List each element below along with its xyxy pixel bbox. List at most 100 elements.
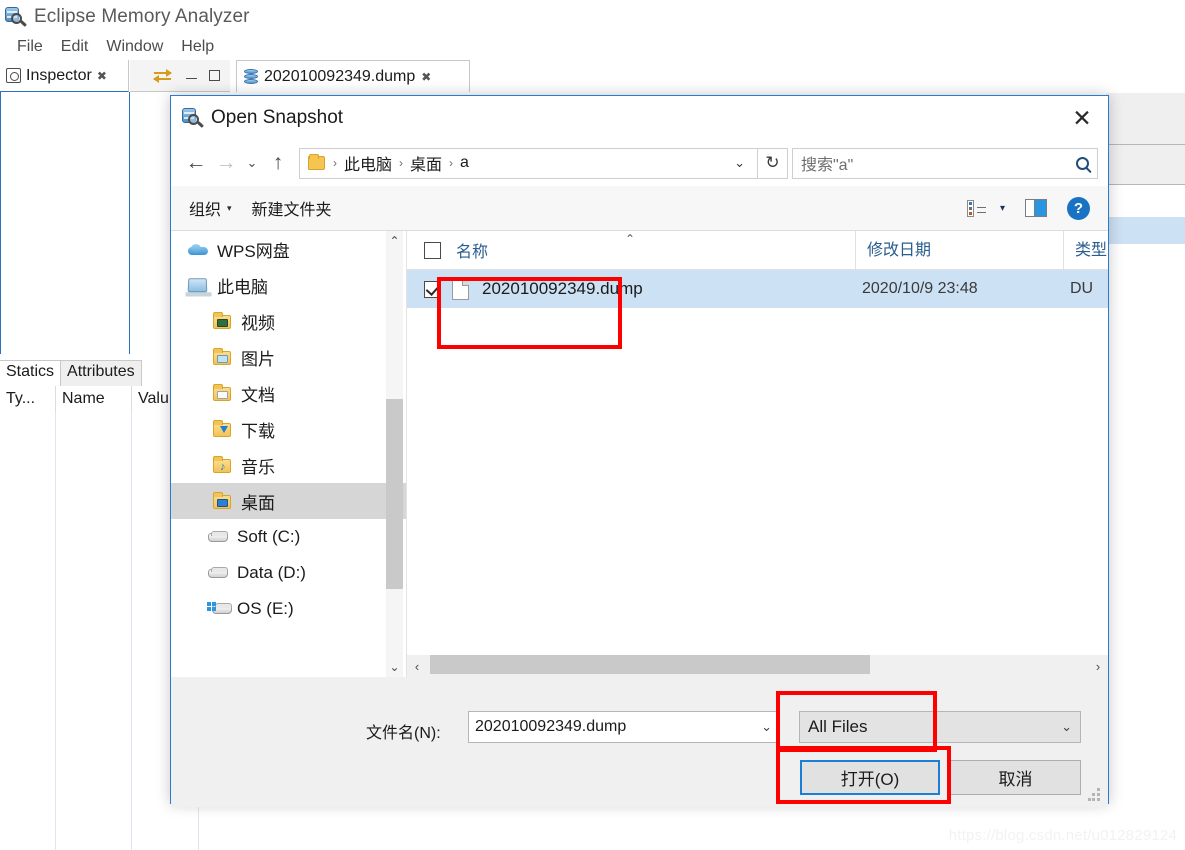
nav-item-pictures[interactable]: 图片 [171, 339, 407, 375]
column-header-date[interactable]: 修改日期 [855, 230, 1063, 270]
nav-item-videos[interactable]: 视频 [171, 303, 407, 339]
search-input[interactable]: 搜索"a" [801, 151, 1076, 175]
scroll-right-icon[interactable]: › [1088, 659, 1108, 674]
nav-item-label: Soft (C:) [237, 527, 301, 546]
breadcrumb-this-pc[interactable]: 此电脑 [342, 151, 394, 175]
dialog-titlebar: Open Snapshot ✕ [171, 96, 1108, 140]
tab-heap-dump[interactable]: 202010092349.dump ✖ [236, 60, 470, 92]
drive-icon [207, 527, 229, 547]
nav-item-os-e[interactable]: OS (E:) [171, 591, 407, 627]
column-name[interactable]: Name [56, 386, 132, 412]
column-header-type[interactable]: 类型 [1063, 230, 1108, 270]
forward-button[interactable]: → [211, 147, 241, 179]
downloads-folder-icon [211, 419, 233, 439]
back-button[interactable]: ← [181, 147, 211, 179]
tab-attributes[interactable]: Attributes [61, 360, 142, 386]
search-box[interactable]: 搜索"a" [792, 147, 1098, 179]
breadcrumb-a[interactable]: a [458, 154, 471, 172]
recent-locations-button[interactable]: ⌄ [241, 147, 263, 179]
close-icon[interactable]: ✕ [1056, 96, 1108, 140]
table-row[interactable]: 202010092349.dump 2020/10/9 23:48 DU [407, 270, 1108, 308]
menu-file[interactable]: File [8, 36, 52, 58]
view-options-button[interactable]: ▾ [957, 195, 1015, 222]
windows-drive-icon [207, 599, 232, 619]
nav-item-music[interactable]: ♪ 音乐 [171, 447, 407, 483]
maximize-icon[interactable] [209, 70, 220, 81]
nav-item-label: 图片 [241, 349, 275, 369]
minimize-icon[interactable] [186, 78, 197, 79]
navpane-scrollbar[interactable]: ⌃ ⌄ [386, 231, 403, 677]
chevron-down-icon: ⌄ [1061, 719, 1072, 734]
inspector-body [0, 92, 130, 354]
ide-tabstrip: Inspector ✖ 202010092349.dump ✖ [0, 60, 1185, 93]
nav-item-data-d[interactable]: Data (D:) [171, 555, 407, 591]
navigation-pane: WPS网盘 此电脑 视频 图片 文档 下载 ♪ 音乐 桌面 Soft (C:) … [171, 231, 407, 677]
view-options-icon [966, 199, 986, 218]
select-all-checkbox[interactable] [424, 241, 441, 259]
swap-icon[interactable] [153, 68, 174, 84]
breadcrumb-separator: › [399, 156, 404, 170]
up-button[interactable]: ↑ [263, 147, 293, 179]
preview-pane-icon [1025, 199, 1047, 217]
nav-item-soft-c[interactable]: Soft (C:) [171, 519, 407, 555]
nav-item-documents[interactable]: 文档 [171, 375, 407, 411]
row-checkbox[interactable] [424, 280, 441, 298]
tab-statics[interactable]: Statics [0, 360, 62, 386]
filename-value: 202010092349.dump [475, 718, 627, 735]
videos-folder-icon [211, 311, 233, 331]
resize-grip[interactable] [1088, 788, 1101, 801]
nav-item-label: OS (E:) [237, 599, 294, 618]
column-header-name[interactable]: 名称 [456, 238, 488, 262]
tab-inspector-label: Inspector [26, 66, 92, 84]
nav-item-wps-cloud[interactable]: WPS网盘 [171, 231, 407, 267]
organize-button[interactable]: 组织 ▾ [179, 192, 242, 224]
scrollbar-thumb[interactable] [386, 399, 403, 589]
breadcrumb-desktop[interactable]: 桌面 [408, 151, 444, 175]
scroll-down-icon[interactable]: ⌄ [386, 657, 403, 677]
cancel-button[interactable]: 取消 [950, 760, 1081, 795]
menu-window[interactable]: Window [97, 36, 172, 58]
drive-icon [207, 563, 229, 583]
organize-label: 组织 [189, 202, 222, 219]
nav-item-label: 此电脑 [217, 277, 268, 297]
close-icon[interactable]: ✖ [97, 70, 107, 82]
menu-help[interactable]: Help [172, 36, 223, 58]
file-list-hscrollbar[interactable]: ‹ › [407, 655, 1108, 677]
file-list-pane: ⌃ 名称 修改日期 类型 202010092349.dump 2020/10/9… [407, 230, 1108, 677]
inspector-view-actions [130, 60, 230, 92]
help-button[interactable]: ? [1057, 193, 1100, 224]
nav-item-this-pc[interactable]: 此电脑 [171, 267, 407, 303]
preview-pane-button[interactable] [1015, 195, 1057, 221]
chevron-down-icon[interactable]: ⌄ [726, 155, 753, 171]
ide-titlebar: Eclipse Memory Analyzer [0, 0, 1185, 33]
hscrollbar-track[interactable] [427, 655, 1088, 677]
scroll-left-icon[interactable]: ‹ [407, 659, 427, 674]
file-list-header: ⌃ 名称 修改日期 类型 [407, 230, 1108, 270]
filename-label: 文件名(N): [366, 725, 441, 742]
tab-heap-dump-label: 202010092349.dump [264, 67, 416, 85]
this-pc-icon [187, 275, 209, 295]
menu-edit[interactable]: Edit [52, 36, 98, 58]
pictures-folder-icon [211, 347, 233, 367]
filename-input[interactable]: 202010092349.dump ⌄ [468, 711, 779, 743]
new-folder-button[interactable]: 新建文件夹 [242, 192, 342, 224]
hscrollbar-thumb[interactable] [430, 655, 870, 674]
refresh-button[interactable]: ↻ [758, 147, 788, 179]
nav-item-label: 桌面 [241, 493, 275, 513]
nav-item-downloads[interactable]: 下载 [171, 411, 407, 447]
chevron-down-icon[interactable]: ⌄ [755, 719, 772, 735]
open-snapshot-icon [181, 107, 204, 129]
column-type[interactable]: Ty... [0, 386, 56, 412]
tab-inspector[interactable]: Inspector ✖ [0, 60, 129, 92]
dialog-title: Open Snapshot [211, 107, 344, 128]
watermark: https://blog.csdn.net/u012829124 [948, 827, 1177, 844]
nav-item-label: Data (D:) [237, 563, 306, 582]
file-type-filter-value: All Files [808, 717, 868, 736]
open-button[interactable]: 打开(O) [800, 760, 940, 795]
close-icon[interactable]: ✖ [421, 71, 431, 83]
editor-right-strip [1106, 93, 1185, 850]
address-bar[interactable]: › 此电脑 › 桌面 › a ⌄ [299, 147, 758, 179]
file-type-filter-select[interactable]: All Files ⌄ [799, 711, 1081, 743]
scroll-up-icon[interactable]: ⌃ [386, 231, 403, 251]
nav-item-desktop[interactable]: 桌面 [171, 483, 407, 519]
